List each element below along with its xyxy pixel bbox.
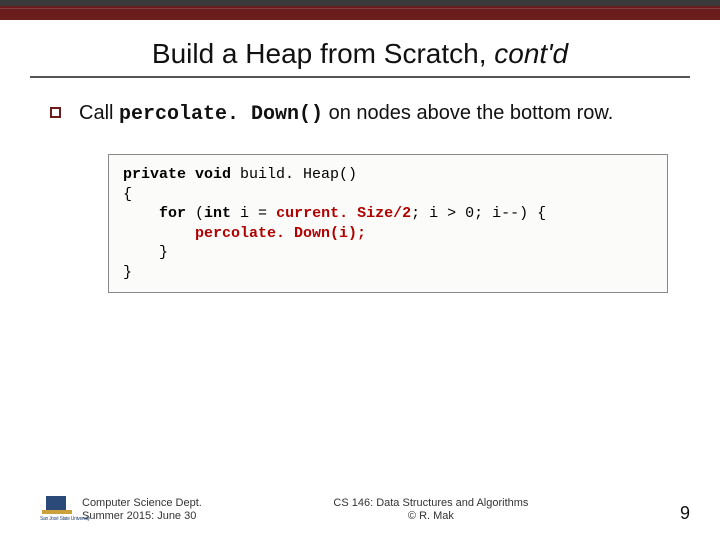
code-hl1: current. Size/2 [276,205,411,222]
bullet-icon [50,107,61,118]
footer-course-line2: © R. Mak [202,510,660,524]
footer-dept: Computer Science Dept. Summer 2015: June… [82,497,202,525]
bullet-item: Call percolate. Down() on nodes above th… [50,100,670,128]
title-italic: cont'd [494,38,568,69]
footer-dept-line2: Summer 2015: June 30 [82,510,202,524]
bullet-pre: Call [79,102,119,124]
code-l3b: ( [186,205,204,222]
title-text: Build a Heap from Scratch, [152,38,494,69]
page-number: 9 [660,503,690,524]
bullet-text: Call percolate. Down() on nodes above th… [79,100,613,128]
code-kw2: for [123,205,186,222]
code-l2: { [123,186,132,203]
footer-center: CS 146: Data Structures and Algorithms ©… [202,497,660,525]
slide-body: Call percolate. Down() on nodes above th… [0,78,720,293]
code-block: private void build. Heap() { for (int i … [108,154,668,293]
code-kw1: private void [123,166,231,183]
code-l3f: ; i > 0; i--) { [411,205,546,222]
sjsu-logo: San José State University [42,494,72,524]
bullet-post: on nodes above the bottom row. [323,102,613,124]
footer-left: San José State University Computer Scien… [42,494,202,524]
logo-text: San José State University [40,516,90,522]
code-kw3: int [204,205,231,222]
footer-course-line1: CS 146: Data Structures and Algorithms [202,497,660,511]
top-maroon-bar [0,6,720,20]
code-l3d: i = [231,205,276,222]
footer-dept-line1: Computer Science Dept. [82,497,202,511]
slide-title: Build a Heap from Scratch, cont'd [0,38,720,70]
code-l5: } [123,244,168,261]
title-area: Build a Heap from Scratch, cont'd [0,38,720,78]
bullet-mono: percolate. Down() [119,103,323,126]
code-hl2: percolate. Down(i); [195,225,366,242]
slide-footer: San José State University Computer Scien… [0,494,720,524]
code-l4a [123,225,195,242]
code-l1b: build. Heap() [231,166,357,183]
code-l6: } [123,264,132,281]
